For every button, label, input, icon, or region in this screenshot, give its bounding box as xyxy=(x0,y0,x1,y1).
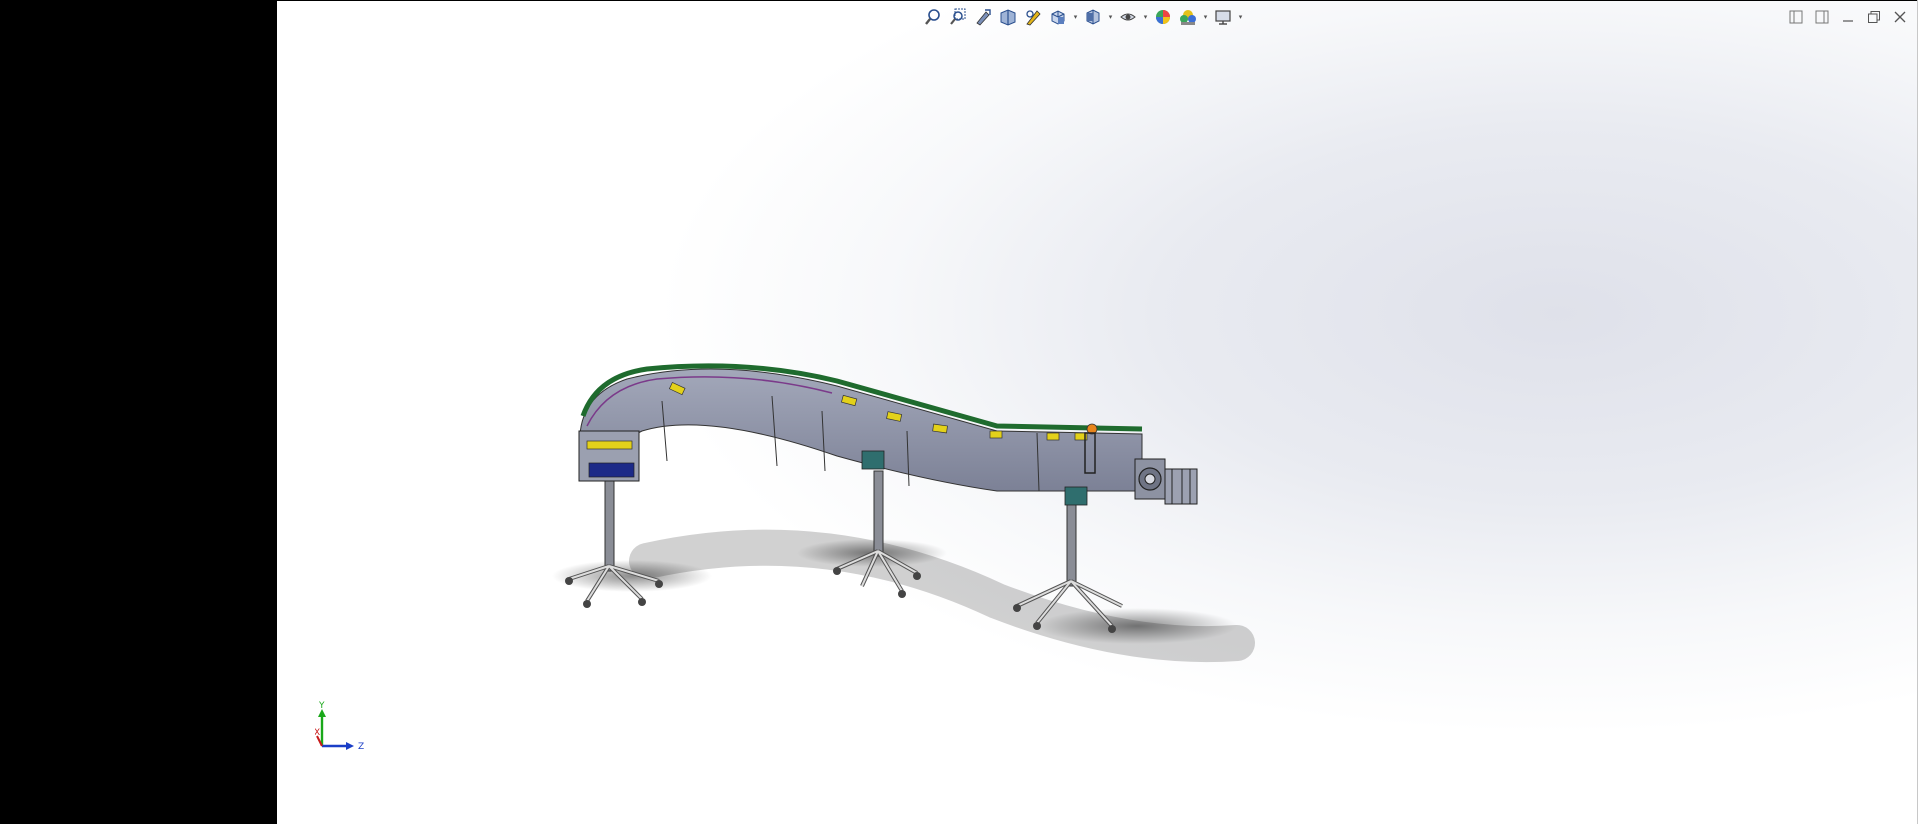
reference-triad: Y X Z xyxy=(314,701,385,765)
conveyor-model[interactable] xyxy=(277,1,1920,824)
idler-end-assembly xyxy=(578,430,640,482)
triad-x-label: X xyxy=(315,728,320,738)
leg-mount-bracket-middle xyxy=(861,450,885,470)
graphics-area[interactable]: ▾ ▾ ▾ ▾ ▾ Y X Z xyxy=(277,1,1920,824)
left-panel-blank xyxy=(0,0,276,824)
ground-shadow xyxy=(552,529,1255,663)
triad-z-label: Z xyxy=(358,742,364,752)
drive-motor xyxy=(1134,458,1198,505)
conveyor-body xyxy=(579,363,1143,492)
triad-y-label: Y xyxy=(318,701,325,711)
leg-mount-bracket-right xyxy=(1064,486,1088,506)
